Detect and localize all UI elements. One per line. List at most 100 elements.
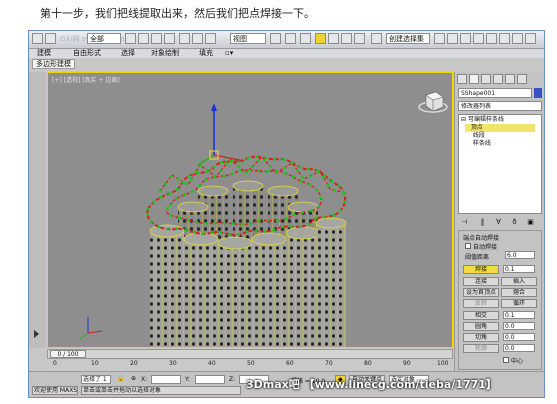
move-icon[interactable] [179,33,190,44]
spline-vertex[interactable] [269,165,272,169]
graphite-toggle-icon[interactable] [473,33,484,44]
reference-coord-dropdown[interactable]: 视图 [230,33,266,44]
maxscript-listener[interactable]: 欢迎使用 MAXSc [32,386,78,395]
stack-item-vertex[interactable]: 顶点 [465,124,535,132]
weld-threshold-spinner[interactable]: 0.1 [503,265,535,273]
select-by-name-icon[interactable] [138,33,149,44]
object-name-field[interactable]: SShape001 [458,88,532,98]
spline-vertex[interactable] [290,161,294,165]
utilities-tab-icon[interactable] [517,74,527,84]
spline-vertex[interactable] [222,221,226,225]
spline-vertex[interactable] [189,178,193,181]
spline-vertex[interactable] [152,200,156,204]
spline-vertex[interactable] [213,221,217,225]
spline-vertex[interactable] [231,159,234,163]
spline-vertex[interactable] [314,217,318,220]
spline-vertex[interactable] [184,228,187,232]
modify-tab-icon[interactable] [469,74,479,84]
spline-vertex[interactable] [289,225,293,228]
spline-vertex[interactable] [258,219,261,223]
pivot-center-icon[interactable] [270,33,281,44]
rotate-icon[interactable] [192,33,203,44]
curve-editor-icon[interactable] [486,33,497,44]
spline-vertex[interactable] [292,175,295,179]
spline-vertex[interactable] [317,170,320,174]
spline-vertex[interactable] [299,180,303,183]
spline-vertex[interactable] [276,219,279,223]
outline-button[interactable]: 轮廓 [463,344,499,353]
spline-vertex[interactable] [339,208,342,212]
object-color-swatch[interactable] [534,88,542,98]
ribbon-options-icon[interactable]: ▫▾ [225,49,233,58]
spline-vertex[interactable] [255,155,259,158]
spline-vertex[interactable] [280,225,284,229]
spline-vertex[interactable] [307,167,310,171]
select-object-icon[interactable] [125,33,136,44]
spline-vertex[interactable] [166,227,170,231]
scale-icon[interactable] [205,33,216,44]
spline-vertex[interactable] [187,174,191,178]
spline-vertex[interactable] [249,222,252,225]
spline-vertex[interactable] [184,182,187,185]
spline-vertex[interactable] [250,165,254,169]
snap-toggle-icon[interactable] [315,33,326,44]
hierarchy-tab-icon[interactable] [481,74,491,84]
spline-vertex[interactable] [191,190,194,193]
configure-sets-icon[interactable]: ▣ [526,218,535,227]
reverse-button[interactable]: 反转 [463,299,499,308]
remove-modifier-icon[interactable]: ð [510,218,519,227]
fuse-button[interactable]: 熔合 [501,288,537,297]
spline-vertex[interactable] [307,222,310,226]
spline-vertex[interactable] [298,165,302,169]
spline-vertex[interactable] [257,159,260,162]
render-setup-icon[interactable] [525,33,536,44]
spline-vertex[interactable] [273,158,276,161]
spline-vertex[interactable] [164,182,167,186]
spinner-snap-icon[interactable] [354,33,365,44]
spline-vertex[interactable] [284,171,287,175]
crossinsert-button[interactable]: 相交 [463,311,499,320]
track-bar[interactable]: 0 10 20 30 40 50 60 70 80 90 100 [47,360,453,370]
spline-vertex[interactable] [237,165,241,169]
cycle-button[interactable]: 循环 [501,299,537,308]
spline-vertex[interactable] [257,169,260,173]
spline-vertex[interactable] [198,184,201,187]
spline-vertex[interactable] [183,193,186,197]
spline-vertex[interactable] [239,169,242,173]
spline-vertex[interactable] [266,170,269,173]
spline-vertex[interactable] [193,231,196,234]
spline-vertex[interactable] [175,227,179,231]
spline-vertex[interactable] [195,220,199,224]
ribbon-item-selection[interactable]: 选择 [121,49,135,58]
fillet-spinner[interactable]: 0.0 [503,322,535,330]
spline-vertex[interactable] [272,228,275,232]
y-coord-field[interactable] [195,375,225,384]
spline-vertex[interactable] [317,205,321,208]
x-coord-field[interactable] [151,375,181,384]
fillet-button[interactable]: 圆角 [463,322,499,331]
spline-vertex[interactable] [267,219,270,222]
region-select-icon[interactable] [151,33,162,44]
ribbon-item-modeling[interactable]: 建模 [37,49,51,58]
spline-vertex[interactable] [301,176,305,179]
spline-vertex[interactable] [176,188,179,191]
ribbon-item-populate[interactable]: 填充 [199,49,213,58]
ribbon-tab-polygon-modeling[interactable]: 多边形建模 [32,59,75,69]
spline-vertex[interactable] [178,216,181,220]
spline-vertex[interactable] [219,231,223,234]
spline-vertex[interactable] [240,223,244,226]
pin-stack-icon[interactable]: ⊣ [460,218,469,227]
lock-selection-icon[interactable]: 🔒 [117,375,124,382]
named-selection-dropdown[interactable]: 创建选择集 [386,33,430,44]
display-tab-icon[interactable] [505,74,515,84]
perspective-viewport[interactable]: [+] [透视] [真实 + 边面] [47,72,453,348]
spline-vertex[interactable] [248,169,251,172]
connect-button[interactable]: 连接 [463,277,499,286]
spline-vertex[interactable] [157,225,161,229]
spline-vertex[interactable] [298,225,302,228]
spline-vertex[interactable] [169,175,173,178]
redo-icon[interactable] [45,33,56,44]
material-editor-icon[interactable] [512,33,523,44]
auto-weld-checkbox[interactable] [465,243,471,249]
show-end-result-icon[interactable]: ‖ [478,218,487,227]
